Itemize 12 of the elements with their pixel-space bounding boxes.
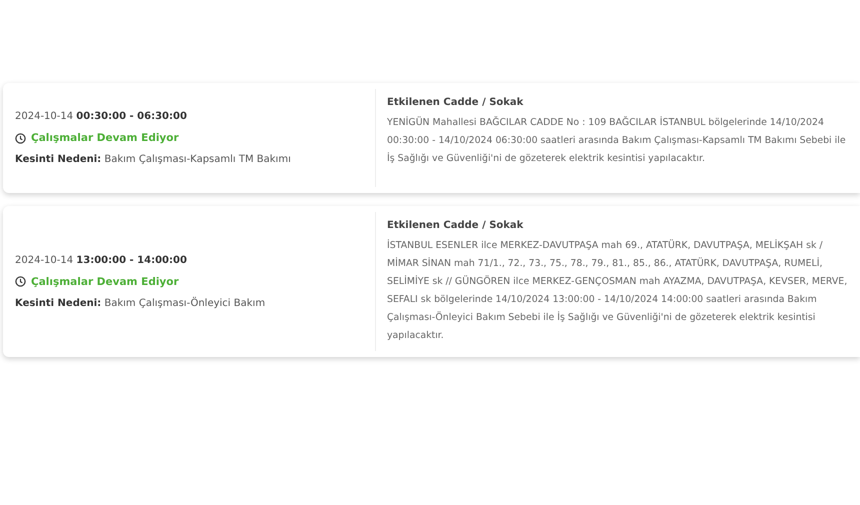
date-time: 2024-10-14 13:00:00 - 14:00:00 — [15, 254, 188, 266]
outage-reason: Kesinti Nedeni: Bakım Çalışması-Kapsamlı TM Bakımı — [15, 154, 292, 165]
clock-icon — [15, 276, 26, 287]
outage-reason: Kesinti Nedeni: Bakım Çalışması-Önleyici Bakım — [15, 298, 266, 308]
status-text: Çalışmalar Devam Ediyor — [31, 276, 179, 288]
clock-icon — [15, 132, 26, 144]
status-text: Çalışmalar Devam Ediyor — [31, 132, 179, 144]
affected-streets-text: İSTANBUL ESENLER ilce MERKEZ-DAVUTPAŞA mah 69., ATATÜRK, DAVUTPAŞA, MELİKŞAH sk / MİMAR SİNAN mah 71/1., 72., 73., 75., 78., 79., 81., 85., 86., ATATÜRK, DAVUTPAŞA, RUMELİ, SELİMİYE sk // GÜNGÖREN ilce MERKEZ-GENÇOSMAN mah AYAZMA, DAVUTPAŞA, KEVSER, MERVE, SEFALI sk bölgelerinde 14/10/2024 13:00:00 - 14/10/2024 14:00:00 saatleri arasında Bakım Çalışması-Önleyici Bakım Sebebi ile İş Sağlığı ve Güvenliği'ni de gözeterek elektrik kesintisi yapılacaktır. — [387, 238, 848, 343]
date-time: 2024-10-14 00:30:00 - 06:30:00 — [15, 111, 188, 122]
section-heading: Etkilenen Cadde / Sokak — [387, 97, 524, 108]
affected-streets-text: YENİGÜN Mahallesi BAĞCILAR CADDE No : 109 BAĞCILAR İSTANBUL bölgelerinde 14/10/2024 00:30:00 - 14/10/2024 06:30:00 saatleri arasında Bakım Çalışması-Kapsamlı TM Bakımı Sebebi ile İş Sağlığı ve Güvenliği'ni de gözeterek elektrik kesintisi yapılacaktır. — [387, 115, 847, 166]
section-heading: Etkilenen Cadde / Sokak — [387, 220, 524, 231]
